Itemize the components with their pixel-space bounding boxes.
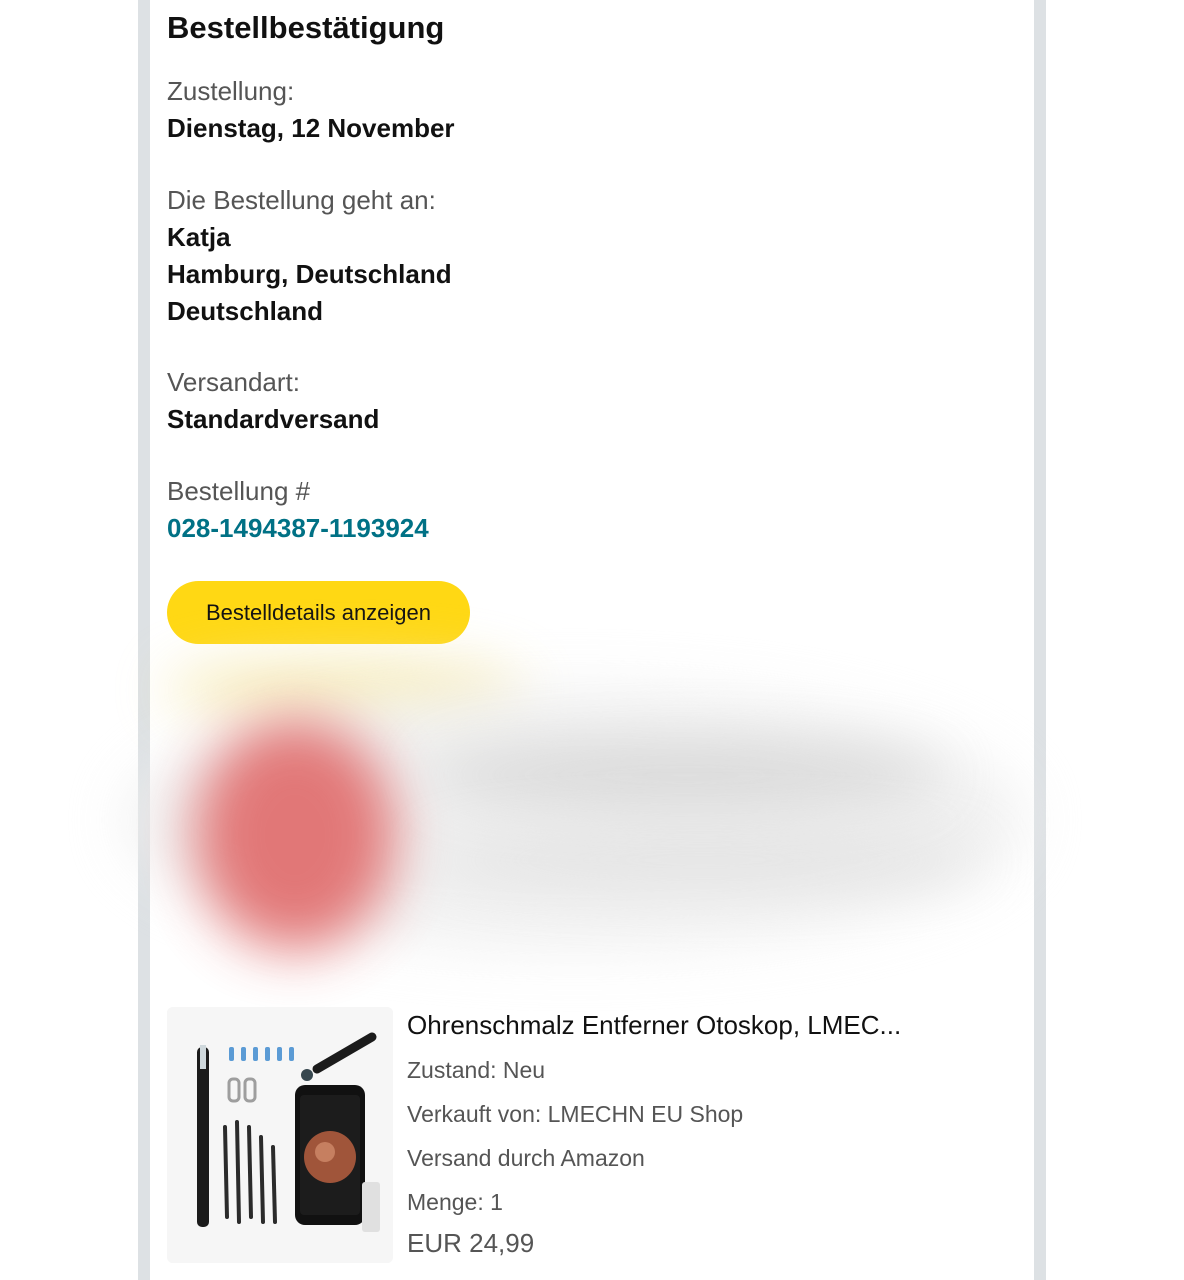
- delivery-label: Zustellung:: [167, 76, 295, 106]
- order-confirmation-card: Bestellbestätigung Zustellung: Dienstag,…: [125, 0, 1034, 1280]
- recipient-country: Deutschland: [167, 296, 324, 326]
- order-number-label: Bestellung #: [167, 476, 311, 506]
- product-price: EUR 24,99: [407, 1228, 535, 1258]
- product-seller: Verkauft von: LMECHN EU Shop: [407, 1101, 744, 1127]
- product-quantity: Menge: 1: [407, 1189, 503, 1215]
- shipping-label: Versandart:: [167, 367, 300, 397]
- product-condition: Zustand: Neu: [407, 1057, 546, 1083]
- otoscope-product-icon: [167, 1007, 393, 1263]
- recipient-name: Katja: [167, 222, 231, 252]
- order-number-link[interactable]: 028-1494387-1193924: [167, 513, 429, 544]
- product-fulfilment: Versand durch Amazon: [407, 1145, 645, 1171]
- delivery-date: Dienstag, 12 November: [167, 113, 455, 143]
- blurred-promo-banner: [125, 650, 1035, 980]
- left-gutter: [138, 0, 150, 1280]
- page-title: Bestellbestätigung: [167, 10, 445, 45]
- product-image[interactable]: [167, 1007, 393, 1263]
- order-details-button[interactable]: Bestelldetails anzeigen: [167, 581, 470, 644]
- shipping-method: Standardversand: [167, 404, 380, 434]
- right-gutter: [1034, 0, 1046, 1280]
- product-title-link[interactable]: Ohrenschmalz Entferner Otoskop, LMEC...: [407, 1010, 901, 1041]
- recipient-city: Hamburg, Deutschland: [167, 259, 452, 289]
- recipient-label: Die Bestellung geht an:: [167, 185, 436, 215]
